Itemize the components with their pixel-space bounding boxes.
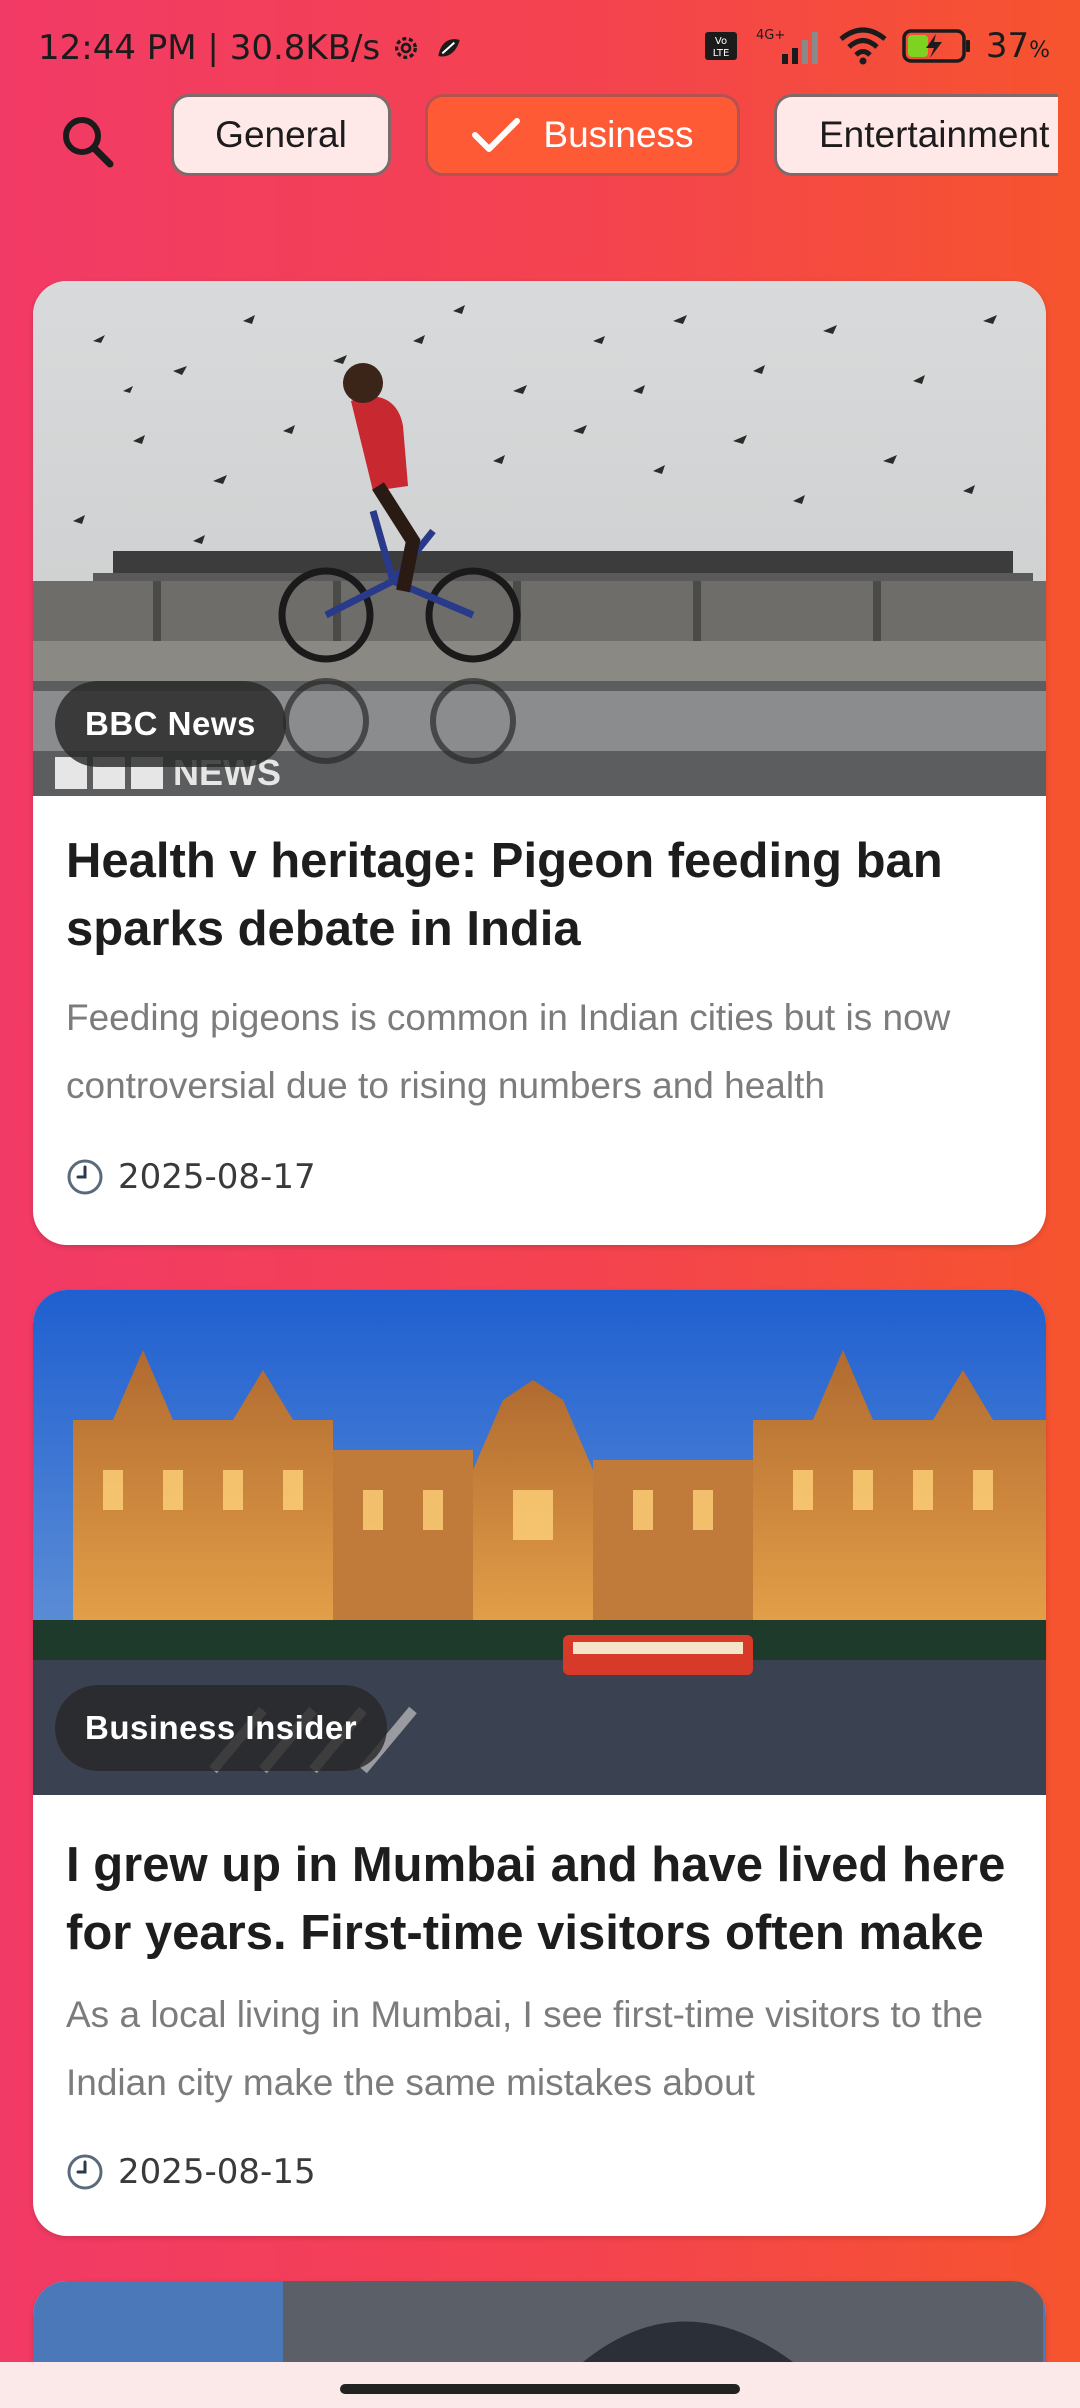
search-icon[interactable] bbox=[52, 108, 124, 180]
article-card-1[interactable]: NEWS BBC News Health v heritage: Pigeon … bbox=[33, 281, 1046, 1245]
article-card-3[interactable] bbox=[33, 2281, 1046, 2362]
clock-icon bbox=[67, 1159, 103, 1195]
article-title-1: Health v heritage: Pigeon feeding ban sp… bbox=[66, 834, 943, 956]
article-description-1: Feeding pigeons is common in Indian citi… bbox=[66, 997, 951, 1106]
battery-charging-icon bbox=[902, 29, 970, 63]
status-bar: 12:44 PM | 30.8KB/s Vo LTE 4G+ 37% bbox=[0, 0, 1080, 96]
chip-business-label: Business bbox=[543, 114, 694, 155]
clock-icon bbox=[67, 2154, 103, 2190]
article-date-row-2: 2025-08-15 bbox=[66, 2152, 316, 2192]
battery-percent: 37% bbox=[986, 26, 1050, 66]
chip-entertainment[interactable]: Entertainment bbox=[774, 94, 1058, 176]
status-time-speed: 12:44 PM | 30.8KB/s bbox=[38, 28, 381, 68]
source-name-1: BBC News bbox=[85, 705, 256, 742]
category-bar: General Business Entertainment bbox=[0, 92, 1080, 182]
chip-general-label: General bbox=[215, 114, 347, 155]
article-date-row-1: 2025-08-17 bbox=[66, 1157, 316, 1197]
battery-value: 37 bbox=[985, 26, 1030, 66]
chip-business[interactable]: Business bbox=[425, 94, 740, 176]
article-date-2: 2025-08-15 bbox=[118, 2152, 316, 2192]
network-type-label: 4G+ bbox=[756, 28, 785, 43]
volte-icon: Vo LTE bbox=[704, 32, 737, 60]
article-title-2: I grew up in Mumbai and have lived here … bbox=[66, 1838, 1006, 1960]
volte-text-top: Vo bbox=[715, 36, 727, 47]
status-left: 12:44 PM | 30.8KB/s bbox=[38, 28, 466, 68]
percent-sign: % bbox=[1029, 38, 1050, 63]
source-badge-2: Business Insider bbox=[55, 1685, 388, 1771]
home-indicator[interactable] bbox=[340, 2384, 740, 2394]
volte-text-bottom: LTE bbox=[713, 48, 730, 59]
signal-icon: 4G+ bbox=[756, 28, 818, 64]
status-right: Vo LTE 4G+ 37% bbox=[704, 26, 1050, 66]
chip-entertainment-label: Entertainment bbox=[819, 114, 1050, 155]
article-image-3 bbox=[33, 2281, 1046, 2362]
check-icon bbox=[472, 118, 521, 152]
article-date-1: 2025-08-17 bbox=[118, 1157, 316, 1197]
article-card-2[interactable]: Business Insider I grew up in Mumbai and… bbox=[33, 1290, 1046, 2236]
system-navigation-bar bbox=[0, 2362, 1080, 2408]
article-description-2: As a local living in Mumbai, I see first… bbox=[66, 1994, 984, 2103]
app-notification-icon bbox=[438, 39, 460, 57]
settings-gear-icon bbox=[395, 37, 418, 59]
source-badge-1: BBC News bbox=[55, 681, 286, 767]
wifi-icon bbox=[839, 27, 887, 65]
source-name-2: Business Insider bbox=[85, 1709, 358, 1746]
chip-general[interactable]: General bbox=[171, 94, 391, 176]
